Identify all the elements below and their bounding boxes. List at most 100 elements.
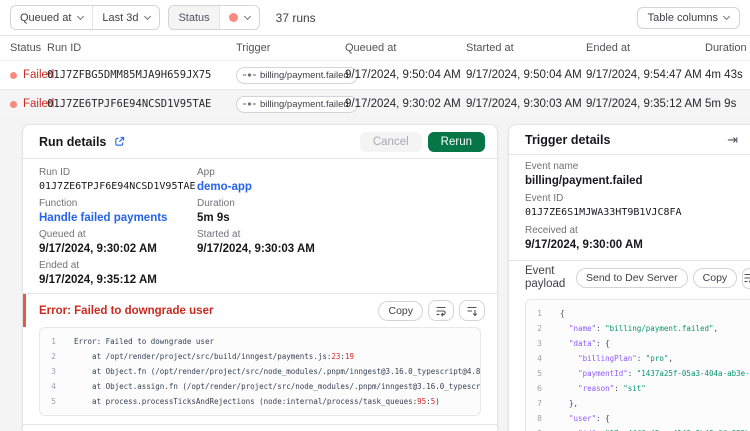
run-fields: Run ID 01J7ZE6TPJF6E94NCSD1V95TAE App de… [23,159,497,293]
field-label: Event ID [525,193,564,204]
trigger-details-header: Trigger details ⇥ [509,125,750,155]
table-row[interactable]: Failed 01J7ZE6TPJF6E94NCSD1V95TAE billin… [0,89,750,118]
field-label: Ended at [39,260,80,271]
field-value: 01J7ZE6TPJF6E94NCSD1V95TAE [39,181,196,192]
failed-status-dot-icon [228,13,238,22]
cell-duration: 4m 43s [705,69,743,81]
run-details-panel: Run details Cancel Rerun Run ID 01J7ZE6T… [22,124,498,431]
code-line: 3 "data": { [526,336,750,351]
runs-table-body: Failed 01J7ZFBG5DMM85MJA9H659JX75 billin… [0,60,750,118]
field-value[interactable]: Handle failed payments [39,211,197,225]
cell-queued-at: 9/17/2024, 9:50:04 AM [345,69,461,81]
error-stack-trace: 1 Error: Failed to downgrade user 2 at /op… [39,327,481,416]
failed-status-dot-icon [10,71,17,79]
line-number: 7 [537,399,542,408]
expand-output-button[interactable] [459,300,485,321]
cell-run-id: 01J7ZFBG5DMM85MJA9H659JX75 [47,69,212,81]
code-line: 4 "billingPlan": "pro", [526,351,750,366]
column-header-duration: Duration [705,42,747,54]
table-columns-button[interactable]: Table columns [636,6,740,29]
field-label: Queued at [39,229,86,240]
queued-at-filter-button[interactable]: Queued at [11,6,93,29]
word-wrap-button[interactable] [428,300,454,321]
trigger-event-name: billing/payment.failed [260,98,349,110]
cell-duration: 5m 9s [705,98,737,110]
detail-field: Started at 9/17/2024, 9:30:03 AM [197,229,481,256]
detail-field: Ended at 9/17/2024, 9:35:12 AM [39,260,197,287]
cell-status: Failed [10,98,54,110]
field-label: App [197,167,215,178]
line-number: 5 [51,397,56,406]
cell-status: Failed [10,69,54,81]
column-header-started-at: Started at [466,42,514,54]
field-value: 01J7ZE6S1MJWA33HT9B1VJC8FA [525,207,682,218]
code-line: 3 at Object.fn (/opt/render/project/src/… [40,364,480,379]
event-payload-label: Event payload [525,265,566,290]
line-number: 3 [537,339,542,348]
cell-run-id: 01J7ZE6TPJF6E94NCSD1V95TAE [47,98,212,110]
detail-field: Queued at 9/17/2024, 9:30:02 AM [39,229,197,256]
word-wrap-button[interactable] [742,267,750,289]
runs-table: Status Run ID Trigger Queued at Started at En… [0,36,750,118]
cell-queued-at: 9/17/2024, 9:30:02 AM [345,98,461,110]
code-line: 5 "paymentId": "1437a25f-05a3-404a-ab3e-… [526,366,750,381]
failed-status-dot-icon [10,100,17,108]
detail-field: App demo-app [197,167,481,194]
send-to-dev-server-button[interactable]: Send to Dev Server [576,268,688,288]
column-header-queued-at: Queued at [345,42,397,54]
code-line: 7 }, [526,396,750,411]
field-value: 9/17/2024, 9:30:03 AM [197,243,315,255]
queued-at-filter-label: Queued at [20,11,72,24]
line-number: 1 [537,309,542,318]
copy-payload-button[interactable]: Copy [692,268,738,288]
field-label: Received at [525,225,578,236]
event-pulse-icon [243,102,256,106]
column-header-ended-at: Ended at [586,42,631,54]
detail-field: Event name billing/payment.failed [525,161,734,188]
code-line: 4 at Object.assign.fn (/opt/render/proje… [40,379,480,394]
external-link-icon[interactable] [114,136,125,147]
code-line: 1 Error: Failed to downgrade user [40,334,480,349]
table-columns-label: Table columns [647,11,718,24]
code-line: 6 "reason": "sit" [526,381,750,396]
cell-ended-at: 9/17/2024, 9:54:47 AM [586,69,702,81]
line-number: 2 [537,324,542,333]
detail-field: Received at 9/17/2024, 9:30:00 AM [525,225,734,252]
status-filter-value-button[interactable] [218,6,259,29]
line-number: 8 [537,414,542,423]
detail-field: Event ID 01J7ZE6S1MJWA33HT9B1VJC8FA [525,193,734,220]
trigger-badge[interactable]: billing/payment.failed [236,95,358,113]
time-field-filter-group: Queued at Last 3d [10,5,161,30]
chevron-down-icon [77,12,85,20]
rerun-button[interactable]: Rerun [427,131,485,152]
detail-field: Function Handle failed payments [39,198,197,225]
time-range-filter-button[interactable]: Last 3d [92,6,160,29]
event-payload-header: Event payload Send to Dev Server Copy [509,260,750,295]
cell-started-at: 9/17/2024, 9:50:04 AM [466,69,582,81]
runs-page: Queued at Last 3d Status 37 runs Table c… [0,0,750,431]
cell-trigger: billing/payment.failed [236,95,358,113]
line-number: 4 [51,382,56,391]
table-row[interactable]: Failed 01J7ZFBG5DMM85MJA9H659JX75 billin… [0,60,750,89]
trigger-badge[interactable]: billing/payment.failed [236,66,358,84]
field-label: Run ID [39,167,71,178]
status-filter-group: Status [168,5,260,30]
chevron-down-icon [243,12,251,20]
field-value: billing/payment.failed [525,175,643,187]
trigger-fields: Event name billing/payment.failed Event … [509,155,750,260]
event-pulse-icon [243,73,256,77]
copy-error-button[interactable]: Copy [378,300,423,321]
detail-field: Duration 5m 9s [197,198,481,225]
collapse-panel-icon[interactable]: ⇥ [727,133,738,146]
field-value[interactable]: demo-app [197,180,481,194]
table-header: Status Run ID Trigger Queued at Started at En… [0,36,750,60]
cancel-button[interactable]: Cancel [359,131,422,152]
cell-trigger: billing/payment.failed [236,66,358,84]
field-value: 5m 9s [197,212,230,224]
field-label: Duration [197,198,235,209]
error-banner: Error: Failed to downgrade user Copy [23,293,497,327]
line-number: 9 [526,426,542,431]
line-number: 5 [537,369,542,378]
field-label: Function [39,198,78,209]
code-line: 1{ [526,306,750,321]
